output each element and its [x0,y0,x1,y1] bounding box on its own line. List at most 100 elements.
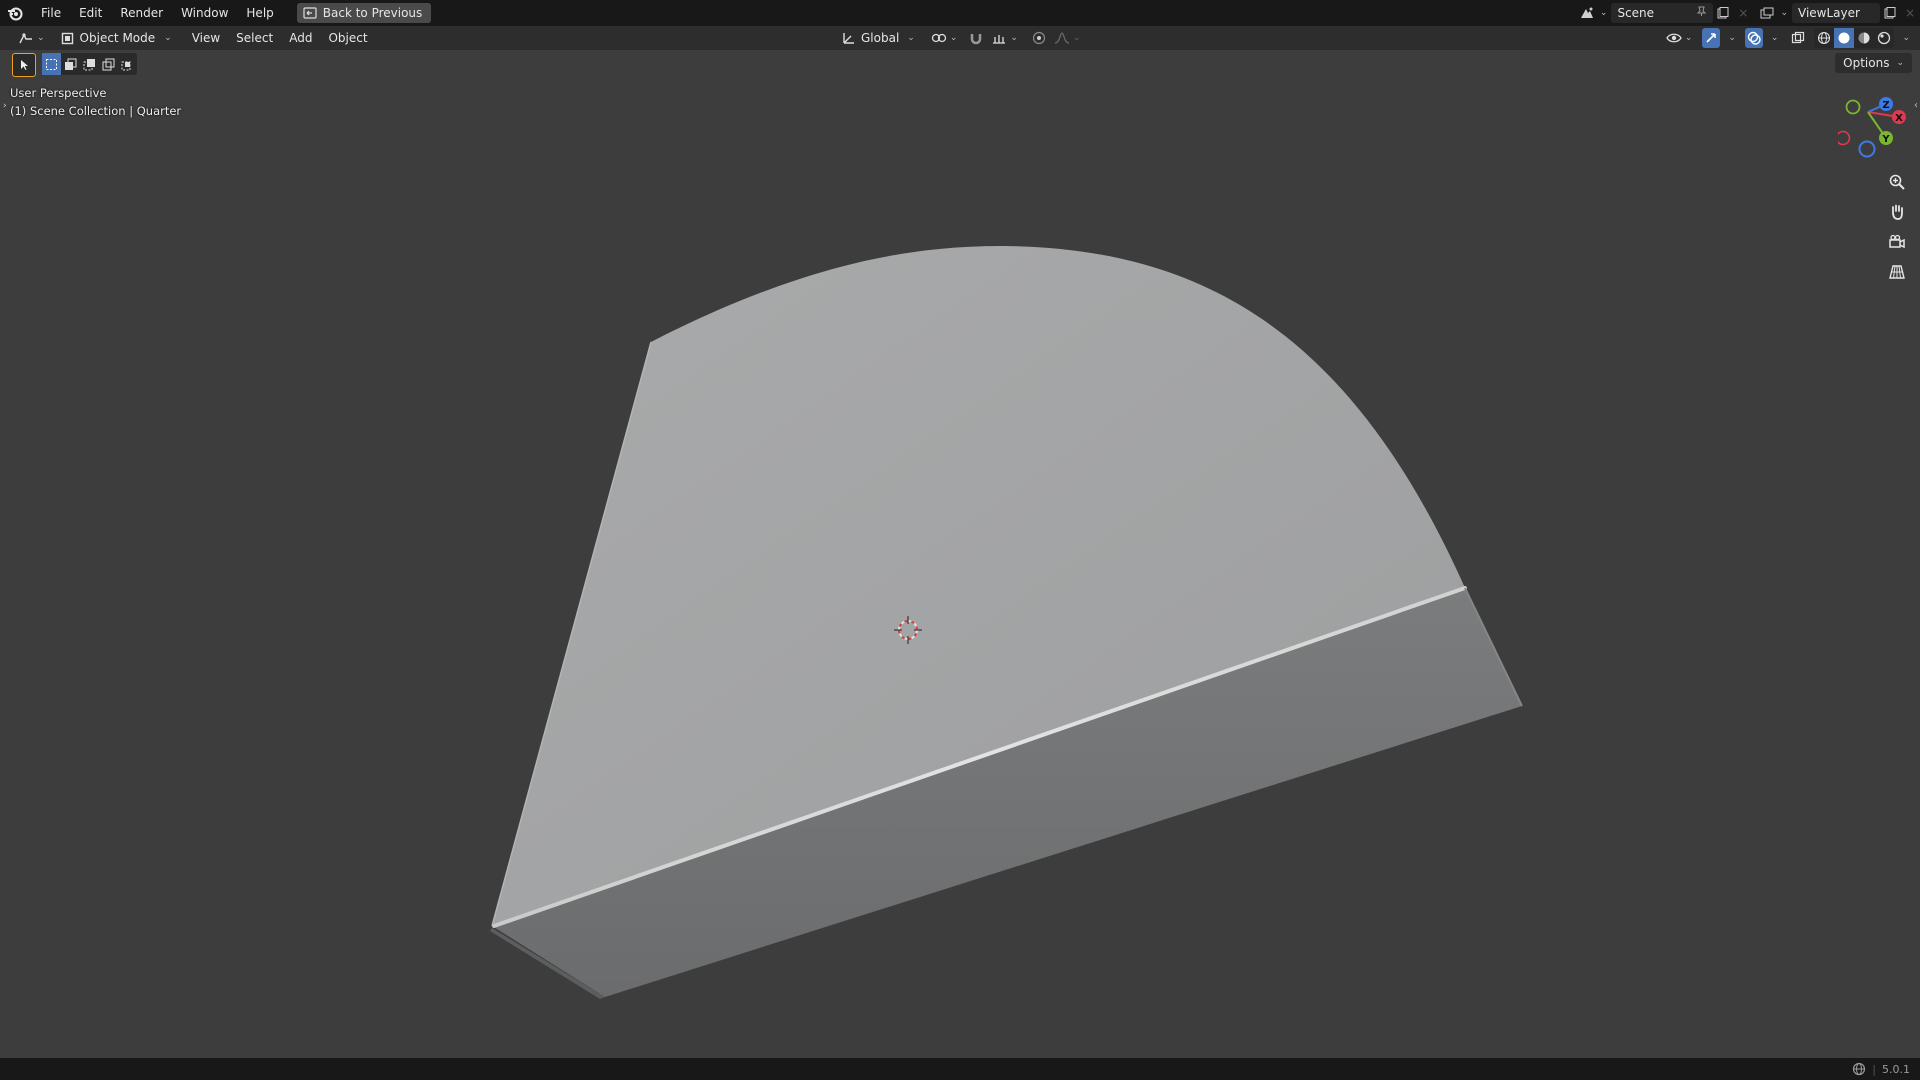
menu-file[interactable]: File [32,0,70,26]
z-axis-label: Z [1882,100,1889,111]
chevron-left-icon[interactable]: ‹ [1914,100,1918,111]
menu-render[interactable]: Render [111,0,172,26]
neg-x-axis-icon[interactable] [1838,130,1851,146]
shading-mode-group [1814,28,1895,48]
camera-view-button[interactable] [1883,228,1911,256]
transform-tools: Global ⌄ ⌄ ⌄ ⌄ [836,28,1082,48]
select-subtract-icon[interactable] [80,53,99,75]
menu-edit[interactable]: Edit [70,0,111,26]
viewport-3d-model[interactable] [0,0,1920,1080]
proportional-falloff-dropdown[interactable]: ⌄ [1052,28,1083,48]
snap-toggle[interactable] [967,28,985,48]
cursor-arrow-icon [21,60,28,70]
hand-icon [1892,204,1903,220]
y-axis-label: Y [1881,134,1890,145]
neg-z-axis-icon[interactable] [1858,140,1876,158]
options-label: Options [1843,56,1890,70]
blender-logo-icon[interactable] [2,0,28,26]
viewport-info: User Perspective (1) Scene Collection | … [10,84,181,120]
pan-button[interactable] [1883,198,1911,226]
overlays-toggle[interactable] [1744,28,1763,48]
overlays-dropdown[interactable]: ⌄ [1766,28,1781,48]
version-label: 5.0.1 [1882,1062,1910,1076]
chevron-down-icon: ⌄ [37,33,45,43]
chevron-down-icon: ⌄ [1072,33,1081,43]
chevron-right-icon[interactable]: › [3,101,7,111]
pin-icon[interactable] [1696,6,1707,20]
snap-increment-icon [993,35,1006,44]
falloff-curve-icon [1054,32,1070,44]
select-tool-button[interactable] [12,53,36,77]
select-intersect-icon[interactable] [118,53,137,75]
chevron-down-icon: ⌄ [164,33,172,43]
x-axis-label: X [1895,113,1903,124]
chevron-down-icon: ⌄ [1728,33,1736,43]
globe-icon [1853,1062,1866,1076]
view-name: User Perspective [10,86,107,100]
screen-back-icon [303,7,317,19]
menu-help[interactable]: Help [237,0,282,26]
new-scene-icon[interactable] [1713,3,1733,23]
wireframe-shading-icon[interactable] [1814,28,1834,48]
menu-add[interactable]: Add [283,28,318,48]
viewport-display-tools: ⌄ ⌄ ⌄ ⌄ [1663,28,1912,48]
material-preview-shading-icon[interactable] [1854,28,1874,48]
chevron-down-icon: ⌄ [907,33,915,43]
menu-window[interactable]: Window [172,0,237,26]
scene-name-field[interactable]: Scene [1611,3,1714,23]
3d-viewport-icon [19,33,32,44]
chevron-down-icon: ⌄ [1599,8,1608,18]
navigation-gizmo[interactable]: Z X Y [1838,92,1918,168]
back-to-previous-button[interactable]: Back to Previous [296,3,432,23]
zoom-icon [1889,174,1905,190]
version-info: | 5.0.1 [1852,1058,1910,1080]
pivot-point-dropdown[interactable]: ⌄ [925,28,964,48]
gizmo-toggle[interactable] [1702,28,1721,48]
scene-name: Scene [1617,6,1655,20]
selection-mode-group [42,53,137,75]
pivot-point-icon [931,33,946,43]
solid-shading-icon[interactable] [1834,28,1855,48]
view-layer-browse-icon[interactable] [1757,3,1777,23]
rendered-shading-icon[interactable] [1874,28,1894,48]
view-layer-field[interactable]: ViewLayer [1792,3,1880,23]
chevron-down-icon: ⌄ [1684,33,1693,43]
proportional-edit-toggle[interactable] [1030,28,1048,48]
delete-scene-icon[interactable]: × [1733,3,1753,23]
new-view-layer-icon[interactable] [1880,3,1900,23]
xray-icon [1792,31,1805,44]
main-menu: File Edit Render Window Help [32,0,283,26]
top-bar: File Edit Render Window Help Back to Pre… [0,0,1920,26]
gizmo-icon [1706,33,1717,43]
select-new-icon[interactable] [42,53,61,75]
status-separator: | [1872,1062,1876,1076]
tool-settings-row [0,52,1920,77]
menu-object[interactable]: Object [322,28,373,48]
options-dropdown[interactable]: Options ⌄ [1835,53,1912,73]
editor-type-button[interactable]: ⌄ [12,28,51,48]
chevron-down-icon: ⌄ [1010,33,1018,43]
chevron-down-icon: ⌄ [949,33,958,43]
visibility-dropdown[interactable]: ⌄ [1663,28,1696,48]
menu-view[interactable]: View [186,28,226,48]
3d-cursor-icon[interactable] [892,614,924,646]
transform-orientation-dropdown[interactable]: Global ⌄ [836,28,921,48]
object-mode-dropdown[interactable]: Object Mode ⌄ [54,28,178,48]
shading-dropdown[interactable]: ⌄ [1897,28,1912,48]
neg-y-axis-icon[interactable] [1845,99,1861,115]
gizmo-dropdown[interactable]: ⌄ [1723,28,1738,48]
snap-target-dropdown[interactable]: ⌄ [989,28,1020,48]
zoom-button[interactable] [1883,168,1911,196]
proportional-edit-icon [1032,31,1046,45]
eye-icon [1666,33,1682,43]
orientation-global-icon [843,33,854,44]
perspective-toggle-button[interactable] [1883,258,1911,286]
scene-browse-icon[interactable] [1577,3,1597,23]
object-mode-icon [61,32,73,44]
xray-toggle[interactable] [1789,28,1807,48]
select-extend-icon[interactable] [61,53,80,75]
select-invert-icon[interactable] [99,53,118,75]
chevron-down-icon: ⌄ [1896,58,1904,68]
delete-view-layer-icon[interactable]: × [1900,3,1920,23]
menu-select[interactable]: Select [230,28,279,48]
